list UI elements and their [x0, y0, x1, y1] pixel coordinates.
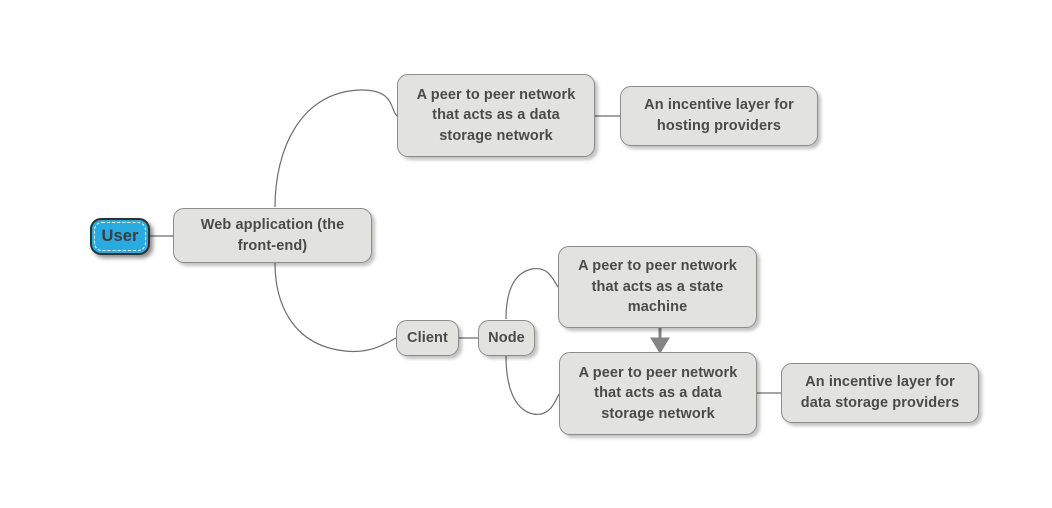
node-client[interactable]: Client	[396, 320, 459, 356]
node-user[interactable]: User	[90, 218, 150, 255]
node-node-label: Node	[488, 329, 525, 346]
node-p2p-data-storage-top[interactable]: A peer to peer network that acts as a da…	[397, 74, 595, 157]
arrowhead-icon	[650, 337, 670, 354]
node-web-application-label: Web application (the front-end)	[200, 216, 345, 254]
node-p2p-state-machine-label: A peer to peer network that acts as a st…	[578, 258, 737, 316]
node-p2p-data-storage-bottom[interactable]: A peer to peer network that acts as a da…	[559, 352, 757, 435]
edge-webapp-to-client	[274, 262, 397, 353]
node-client-label: Client	[407, 329, 448, 346]
diagram-canvas: User Web application (the front-end) A p…	[0, 0, 1052, 508]
node-web-application[interactable]: Web application (the front-end)	[173, 208, 372, 263]
node-node[interactable]: Node	[478, 320, 535, 356]
node-p2p-data-storage-bottom-label: A peer to peer network that acts as a da…	[578, 364, 738, 422]
node-incentive-data-storage-label: An incentive layer for data storage prov…	[800, 374, 960, 411]
edge-node-to-p2p-storage-bottom	[505, 355, 560, 416]
node-user-label: User	[101, 226, 139, 245]
node-incentive-hosting-label: An incentive layer for hosting providers	[644, 97, 794, 134]
node-incentive-data-storage[interactable]: An incentive layer for data storage prov…	[781, 363, 979, 423]
node-p2p-state-machine[interactable]: A peer to peer network that acts as a st…	[558, 246, 757, 328]
node-p2p-data-storage-top-label: A peer to peer network that acts as a da…	[416, 86, 576, 144]
node-incentive-hosting[interactable]: An incentive layer for hosting providers	[620, 86, 818, 146]
edge-webapp-to-p2p-storage-top	[274, 89, 398, 208]
edge-node-to-state-machine	[505, 267, 559, 320]
